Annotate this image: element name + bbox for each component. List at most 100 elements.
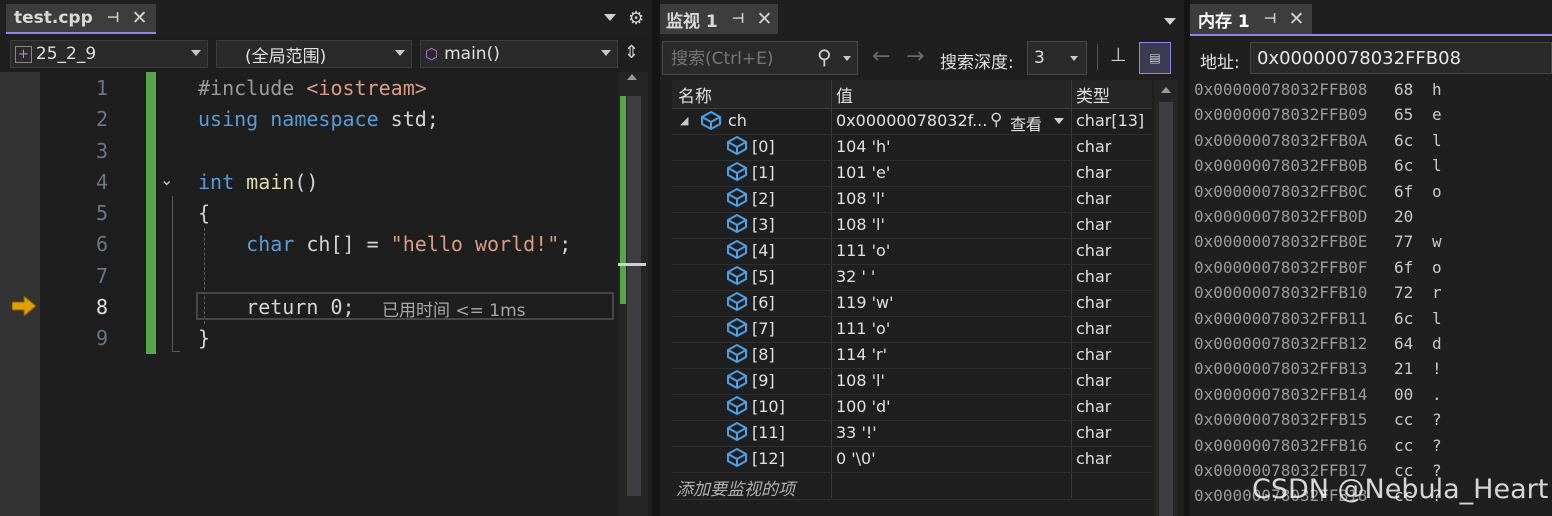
variable-cube-icon (726, 421, 748, 445)
project-dropdown[interactable]: + 25_2_9 (10, 40, 208, 68)
magnifier-icon[interactable]: ⚲ (990, 110, 1002, 130)
watch-item-value[interactable]: 119 'w' (836, 293, 894, 312)
watch-item-value[interactable]: 111 'o' (836, 241, 890, 260)
memory-hex-byte[interactable]: 6f (1394, 258, 1413, 277)
memory-hex-byte[interactable]: 64 (1394, 334, 1413, 353)
watch-tab-title: 监视 1 (666, 11, 718, 32)
pin-icon[interactable]: ⊣ (107, 10, 120, 26)
watch-item-row[interactable]: [6] 119 'w' char (672, 290, 1152, 317)
chevron-down-icon[interactable] (843, 56, 851, 61)
pin-icon[interactable]: ⊣ (1264, 11, 1277, 27)
memory-hex-byte[interactable]: 77 (1394, 232, 1413, 251)
memory-hex-byte[interactable]: 6c (1394, 131, 1413, 150)
watch-item-name: [12] (752, 449, 785, 468)
watch-item-value[interactable]: 108 'l' (836, 215, 885, 234)
column-header-type[interactable]: 类型 (1076, 82, 1110, 107)
memory-hex-byte[interactable]: 20 (1394, 207, 1413, 226)
close-icon[interactable]: ✕ (757, 8, 773, 30)
code-line[interactable]: { (198, 201, 210, 225)
view-visualizer-button[interactable]: 查看 (1010, 111, 1042, 135)
code-line[interactable]: using namespace std; (198, 107, 439, 131)
search-forward-arrow-icon[interactable]: → (906, 44, 924, 69)
watch-item-value[interactable]: 32 ' ' (836, 267, 875, 286)
search-back-arrow-icon[interactable]: ← (872, 44, 890, 69)
split-editor-icon[interactable]: ⇕ (624, 42, 639, 63)
watch-item-name: [2] (752, 189, 775, 208)
memory-tab[interactable]: 内存 1 ⊣ ✕ (1190, 4, 1313, 34)
watch-item-row[interactable]: [8] 114 'r' char (672, 342, 1152, 369)
watch-item-name: [3] (752, 215, 775, 234)
watch-item-value[interactable]: 101 'e' (836, 163, 890, 182)
code-line[interactable]: int main() (198, 170, 318, 194)
watch-item-value[interactable]: 104 'h' (836, 137, 891, 156)
code-line[interactable]: } (198, 326, 210, 350)
watch-item-row[interactable]: [5] 32 ' ' char (672, 264, 1152, 291)
expand-triangle-icon[interactable]: ◢ (680, 114, 688, 127)
watch-item-row[interactable]: [1] 101 'e' char (672, 160, 1152, 187)
memory-hex-byte[interactable]: cc (1394, 410, 1413, 429)
close-icon[interactable]: ✕ (132, 7, 148, 29)
glyph-margin[interactable] (0, 72, 40, 516)
code-line[interactable]: #include <iostream> (198, 76, 427, 100)
chevron-down-icon[interactable] (1054, 118, 1064, 124)
fold-chevron-icon[interactable]: ⌄ (160, 170, 173, 189)
watch-item-value[interactable]: 100 'd' (836, 397, 891, 416)
close-icon[interactable]: ✕ (1289, 8, 1305, 30)
watch-item-row[interactable]: [2] 108 'l' char (672, 186, 1152, 213)
watch-item-row[interactable]: [11] 33 '!' char (672, 420, 1152, 447)
function-dropdown[interactable]: ⬡ main() (420, 40, 618, 68)
memory-hex-byte[interactable]: 65 (1394, 105, 1413, 124)
memory-hex-byte[interactable]: 6c (1394, 309, 1413, 328)
watch-item-value[interactable]: 108 'l' (836, 371, 885, 390)
watch-item-value[interactable]: 114 'r' (836, 345, 887, 364)
chevron-down-icon (601, 50, 611, 56)
watch-item-row[interactable]: [0] 104 'h' char (672, 134, 1152, 161)
pin-to-source-icon[interactable]: ⊥ (1110, 44, 1127, 66)
address-input-box[interactable]: 0x00000078032FFB08 (1250, 42, 1552, 74)
scroll-thumb[interactable] (1159, 102, 1173, 516)
column-header-name[interactable]: 名称 (678, 82, 712, 107)
search-icon[interactable]: ⚲ (817, 45, 832, 69)
watch-item-row[interactable]: [10] 100 'd' char (672, 394, 1152, 421)
gear-icon[interactable]: ⚙ (628, 8, 644, 29)
scroll-up-icon[interactable] (627, 74, 637, 80)
editor-tab[interactable]: test.cpp ⊣ ✕ (6, 4, 156, 34)
memory-hex-byte[interactable]: 6c (1394, 156, 1413, 175)
memory-hex-byte[interactable]: 00 (1394, 385, 1413, 404)
hex-display-toggle-icon[interactable]: ▤ (1139, 42, 1171, 74)
memory-hex-byte[interactable]: 21 (1394, 359, 1413, 378)
watch-item-row[interactable]: [9] 108 'l' char (672, 368, 1152, 395)
watch-tab[interactable]: 监视 1 ⊣ ✕ (660, 4, 779, 34)
scroll-up-icon[interactable] (1161, 87, 1171, 93)
search-depth-select[interactable]: 3 (1027, 41, 1087, 75)
watch-item-value[interactable]: 108 'l' (836, 189, 885, 208)
watch-item-type: char (1076, 371, 1112, 390)
watch-item-row[interactable]: [7] 111 'o' char (672, 316, 1152, 343)
watch-item-value[interactable]: 111 'o' (836, 319, 890, 338)
watch-search-input[interactable] (669, 46, 813, 72)
watch-item-row[interactable]: [12] 0 '\0' char (672, 446, 1152, 473)
code-token: char (246, 232, 295, 257)
tab-list-dropdown-icon[interactable] (604, 14, 616, 21)
scroll-thumb[interactable] (627, 96, 641, 496)
add-watch-row[interactable]: 添加要监视的项 (672, 472, 1152, 500)
code-line[interactable]: char ch[] = "hello world!"; (198, 232, 571, 256)
address-input[interactable]: 0x00000078032FFB08 (1257, 48, 1461, 69)
memory-hex-byte[interactable]: cc (1394, 436, 1413, 455)
scope-dropdown[interactable]: (全局范围) (216, 40, 412, 68)
memory-hex-byte[interactable]: 68 (1394, 80, 1413, 99)
watch-item-value[interactable]: 0 '\0' (836, 449, 876, 468)
watch-item-row[interactable]: [4] 111 'o' char (672, 238, 1152, 265)
column-header-value[interactable]: 值 (836, 82, 853, 107)
memory-hex-byte[interactable]: 72 (1394, 283, 1413, 302)
pin-icon[interactable]: ⊣ (732, 11, 745, 27)
watch-item-row[interactable]: [3] 108 'l' char (672, 212, 1152, 239)
pane-splitter[interactable] (652, 0, 660, 516)
variable-cube-icon (726, 187, 748, 211)
watch-item-value[interactable]: 33 '!' (836, 423, 877, 442)
add-watch-placeholder[interactable]: 添加要监视的项 (676, 475, 795, 500)
watch-search-box[interactable]: ⚲ (662, 41, 858, 75)
watch-menu-dropdown-icon[interactable] (1164, 18, 1176, 25)
watch-root-row[interactable]: ◢ ch 0x00000078032f... ⚲ 查看 char[13] (672, 108, 1152, 135)
memory-hex-byte[interactable]: 6f (1394, 182, 1413, 201)
